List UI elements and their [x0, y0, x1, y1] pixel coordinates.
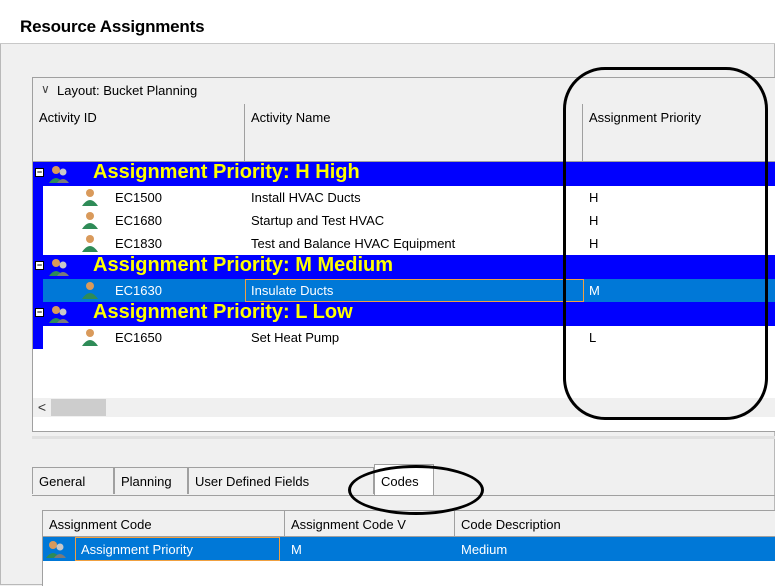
- collapse-minus-icon[interactable]: −: [35, 261, 44, 270]
- resource-person-icon: [81, 328, 99, 349]
- chevron-down-icon[interactable]: ∨: [41, 82, 50, 96]
- tab-label: User Defined Fields: [195, 474, 310, 489]
- column-header-code-description[interactable]: Code Description: [455, 511, 775, 537]
- resource-group-icon: [45, 540, 67, 561]
- resource-person-icon: [81, 211, 99, 232]
- tab-label: Planning: [121, 474, 172, 489]
- tab-user-defined-fields[interactable]: User Defined Fields: [188, 467, 374, 494]
- activity-name-cell: Startup and Test HVAC: [251, 213, 385, 228]
- group-stripe: [33, 279, 43, 302]
- activity-id-cell: EC1650: [115, 330, 162, 345]
- column-header-activity-id[interactable]: Activity ID: [33, 104, 245, 162]
- activity-id-cell: EC1680: [115, 213, 162, 228]
- activity-name-cell: Test and Balance HVAC Equipment: [251, 236, 456, 251]
- column-header-assignment-code-value[interactable]: Assignment Code V: [285, 511, 455, 537]
- assignment-code-value-cell: M: [291, 542, 302, 557]
- column-header-label: Activity ID: [39, 110, 97, 125]
- pane-splitter[interactable]: [32, 436, 775, 439]
- window-title: Resource Assignments: [20, 17, 205, 36]
- activity-name-cell: Install HVAC Ducts: [251, 190, 361, 205]
- tab-general[interactable]: General: [32, 467, 114, 494]
- activity-id-cell: EC1500: [115, 190, 162, 205]
- group-label: Assignment Priority: L Low: [93, 301, 353, 323]
- assignment-code-cell: Assignment Priority: [81, 542, 193, 557]
- annotation-rounded-rectangle: [563, 67, 768, 420]
- group-stripe: [33, 209, 43, 232]
- activity-name-cell: Insulate Ducts: [251, 283, 334, 298]
- column-header-label: Code Description: [461, 517, 561, 532]
- activity-id-cell: EC1630: [115, 283, 162, 298]
- group-label: Assignment Priority: M Medium: [93, 254, 394, 276]
- codes-table-row-selected[interactable]: Assignment Priority M Medium: [43, 537, 775, 561]
- tab-planning[interactable]: Planning: [114, 467, 188, 494]
- column-header-assignment-code[interactable]: Assignment Code: [43, 511, 285, 537]
- resource-person-icon: [81, 281, 99, 302]
- tab-label: General: [39, 474, 86, 489]
- collapse-minus-icon[interactable]: −: [35, 168, 44, 177]
- column-header-label: Activity Name: [251, 110, 331, 125]
- codes-table: Assignment Code Assignment Code V Code D…: [42, 510, 775, 586]
- column-header-activity-name[interactable]: Activity Name: [245, 104, 583, 162]
- group-label: Assignment Priority: H High: [93, 161, 360, 183]
- group-stripe: [33, 232, 43, 255]
- annotation-ellipse: [348, 465, 484, 515]
- group-stripe: [33, 326, 43, 349]
- group-stripe: [33, 186, 43, 209]
- resource-person-icon: [81, 188, 99, 209]
- activity-name-cell: Set Heat Pump: [251, 330, 340, 345]
- activity-id-cell: EC1830: [115, 236, 162, 251]
- column-header-label: Assignment Code: [49, 517, 152, 532]
- collapse-minus-icon[interactable]: −: [35, 308, 44, 317]
- scrollbar-thumb[interactable]: [51, 399, 106, 416]
- code-description-cell: Medium: [461, 542, 508, 557]
- scroll-left-arrow-icon[interactable]: <: [33, 398, 51, 417]
- column-header-label: Assignment Code V: [291, 517, 406, 532]
- layout-label: Layout: Bucket Planning: [57, 83, 198, 98]
- title-bar: Resource Assignments: [0, 0, 775, 44]
- resource-person-icon: [81, 234, 99, 255]
